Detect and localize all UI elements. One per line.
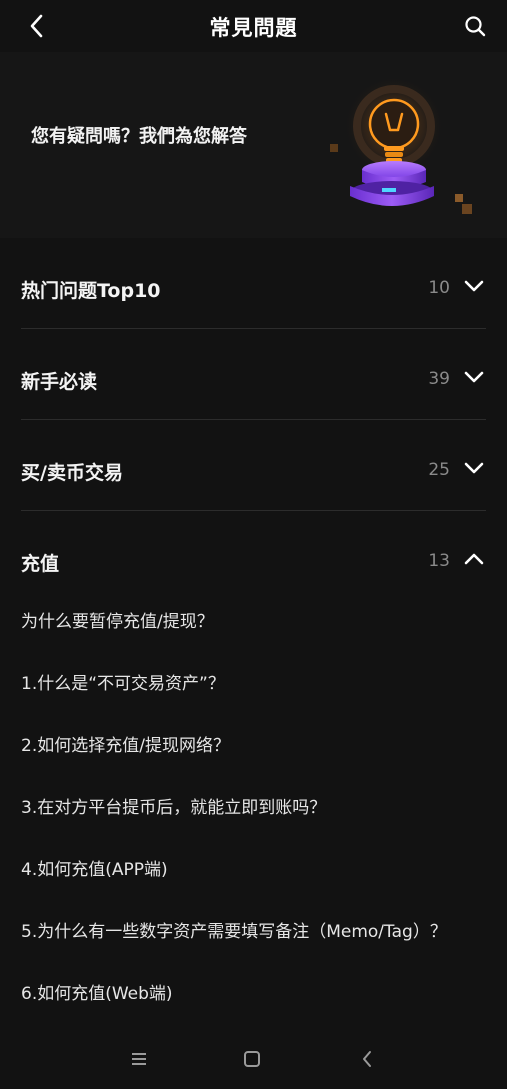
square-home-icon: [244, 1051, 260, 1067]
search-icon: [465, 16, 486, 37]
menu-icon: [132, 1053, 146, 1065]
question-item[interactable]: 3.在对方平台提币后，就能立即到账吗？: [21, 793, 487, 855]
question-item[interactable]: 4.如何充值(APP端): [21, 855, 487, 917]
category-count: 39: [428, 369, 450, 389]
question-item[interactable]: 为什么要暂停充值/提现？: [21, 607, 487, 669]
category-label: 买/卖币交易: [21, 462, 123, 484]
chevron-down-icon: [464, 371, 484, 383]
page-title: 常見問題: [209, 16, 298, 40]
lightbulb-illustration: [330, 76, 472, 214]
question-text: 3.在对方平台提币后，就能立即到账吗？: [21, 798, 327, 818]
top-bar: 常見問題: [0, 0, 507, 52]
chevron-left-icon: [363, 1051, 371, 1067]
home-button[interactable]: [237, 1044, 267, 1074]
hero-banner: 您有疑問嗎？我們為您解答: [0, 52, 507, 238]
category-deposit[interactable]: 充值 13: [21, 511, 486, 601]
category-count: 13: [428, 551, 450, 571]
question-text: 6.如何充值(Web端): [21, 984, 173, 1004]
search-button[interactable]: [461, 12, 489, 40]
category-label: 热门问题Top10: [21, 280, 161, 302]
category-beginner[interactable]: 新手必读 39: [21, 329, 486, 420]
category-count: 25: [428, 460, 450, 480]
category-buy-sell[interactable]: 买/卖币交易 25: [21, 420, 486, 511]
category-label: 充值: [21, 553, 60, 575]
question-item[interactable]: 1.什么是“不可交易资产”？: [21, 669, 487, 731]
faq-category-list: 热门问题Top10 10 新手必读 39 买/卖币交易 25 充值 13: [0, 238, 507, 601]
system-nav-bar: [0, 1030, 507, 1089]
question-item[interactable]: 5.为什么有一些数字资产需要填写备注（Memo/Tag）？: [21, 917, 487, 979]
menu-button[interactable]: [124, 1044, 154, 1074]
category-count: 10: [428, 278, 450, 298]
category-label: 新手必读: [21, 371, 98, 393]
hero-text: 您有疑問嗎？我們為您解答: [31, 126, 247, 147]
chevron-down-icon: [464, 280, 484, 292]
chevron-down-icon: [464, 462, 484, 474]
deposit-question-list: 为什么要暂停充值/提现？ 1.什么是“不可交易资产”？ 2.如何选择充值/提现网…: [21, 607, 487, 1041]
question-text: 2.如何选择充值/提现网络？: [21, 736, 230, 756]
chevron-up-icon: [464, 553, 484, 565]
question-item[interactable]: 2.如何选择充值/提现网络？: [21, 731, 487, 793]
question-text: 为什么要暂停充值/提现？: [21, 612, 214, 632]
question-text: 1.什么是“不可交易资产”？: [21, 674, 225, 694]
category-hot-top10[interactable]: 热门问题Top10 10: [21, 238, 486, 329]
system-back-button[interactable]: [352, 1044, 382, 1074]
question-text: 4.如何充值(APP端): [21, 860, 168, 880]
question-text: 5.为什么有一些数字资产需要填写备注（Memo/Tag）？: [21, 922, 447, 942]
